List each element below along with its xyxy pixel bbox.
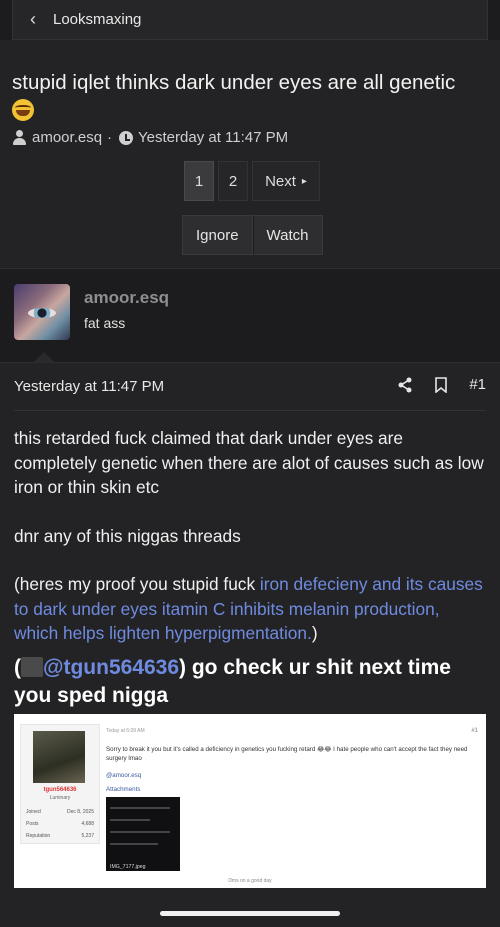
- share-icon[interactable]: [397, 377, 413, 393]
- poster-title: fat ass: [84, 315, 126, 331]
- thread-time[interactable]: Yesterday at 11:47 PM: [138, 129, 288, 146]
- chevron-left-icon[interactable]: ‹: [13, 1, 53, 39]
- breadcrumb-bar[interactable]: ‹ Looksmaxing: [12, 0, 488, 40]
- thread-author[interactable]: amoor.esq: [32, 129, 102, 146]
- next-page-button[interactable]: Next ▸: [252, 161, 320, 201]
- page-1-button[interactable]: 1: [184, 161, 214, 201]
- screenshot-user-card: tgun564636 Luminary Joined Dec 8, 2025 Po…: [20, 724, 100, 844]
- attached-screenshot[interactable]: tgun564636 Luminary Joined Dec 8, 2025 Po…: [14, 714, 486, 888]
- post: Yesterday at 11:47 PM #1 this retarded f…: [0, 362, 500, 927]
- screenshot-post-text: Sorry to break it you but it's called a …: [106, 746, 468, 762]
- post-body: this retarded fuck claimed that dark und…: [14, 426, 486, 710]
- screenshot-stat-row: Posts 4,688: [26, 821, 94, 827]
- home-indicator[interactable]: [160, 911, 340, 916]
- post-heading: (@tgun564636) go check ur shit next time…: [14, 654, 486, 710]
- user-icon: [12, 130, 27, 145]
- thread-meta: amoor.esq · Yesterday at 11:47 PM: [12, 129, 288, 146]
- thread-actions: Ignore Watch: [182, 215, 323, 255]
- next-label: Next: [265, 172, 296, 190]
- screenshot-attachments-label: Attachments: [106, 786, 141, 793]
- pagination: 1 2 Next ▸: [184, 161, 320, 201]
- breadcrumb[interactable]: Looksmaxing: [53, 11, 141, 28]
- proof-close: ): [311, 623, 318, 643]
- post-number[interactable]: #1: [469, 376, 486, 393]
- post-paragraph: dnr any of this niggas threads: [14, 525, 241, 546]
- watch-button[interactable]: Watch: [252, 215, 323, 255]
- divider: [14, 410, 486, 411]
- screenshot-username: tgun564636: [43, 787, 77, 793]
- poster-info: amoor.esq fat ass: [0, 268, 500, 353]
- post-pointer: [34, 352, 54, 362]
- thread-title-text: stupid iqlet thinks dark under eyes are …: [12, 71, 456, 94]
- user-mention-link[interactable]: @tgun564636: [43, 656, 179, 679]
- screenshot-signature: Dms on a good day: [228, 878, 272, 884]
- screenshot-stat-row: Reputation 5,237: [26, 833, 94, 839]
- proof-text: (heres my proof you stupid fuck: [14, 574, 260, 594]
- rolling-laughing-emoji-icon: [12, 99, 34, 121]
- mention-avatar: [21, 656, 43, 677]
- avatar[interactable]: [14, 284, 70, 340]
- screenshot-mention: @amoor.esq: [106, 772, 142, 779]
- poster-name[interactable]: amoor.esq: [84, 288, 169, 308]
- thread-title: stupid iqlet thinks dark under eyes are …: [12, 68, 482, 126]
- screenshot-post-time: Today at 6:09 AM: [106, 728, 145, 734]
- post-paragraph: (heres my proof you stupid fuck iron def…: [14, 572, 486, 646]
- meta-separator: ·: [107, 129, 113, 146]
- clock-icon: [119, 130, 134, 145]
- screenshot-avatar: [33, 731, 85, 783]
- post-paragraph: this retarded fuck claimed that dark und…: [14, 428, 484, 497]
- bookmark-icon[interactable]: [435, 376, 448, 393]
- screenshot-file-name: IMG_7177.jpeg: [110, 864, 146, 870]
- page-2-button[interactable]: 2: [218, 161, 248, 201]
- heading-open: (: [14, 655, 21, 679]
- thread-header: stupid iqlet thinks dark under eyes are …: [0, 40, 500, 268]
- ignore-button[interactable]: Ignore: [182, 215, 253, 255]
- screenshot-attachment-thumbnail: [106, 797, 180, 871]
- screenshot-stat-row: Joined Dec 8, 2025: [26, 809, 94, 815]
- screenshot-rank: Luminary: [49, 795, 71, 801]
- post-date[interactable]: Yesterday at 11:47 PM: [14, 378, 164, 395]
- post-toolbar: #1: [397, 376, 486, 393]
- screenshot-post-number: #1: [471, 728, 478, 734]
- caret-right-icon: ▸: [301, 175, 307, 187]
